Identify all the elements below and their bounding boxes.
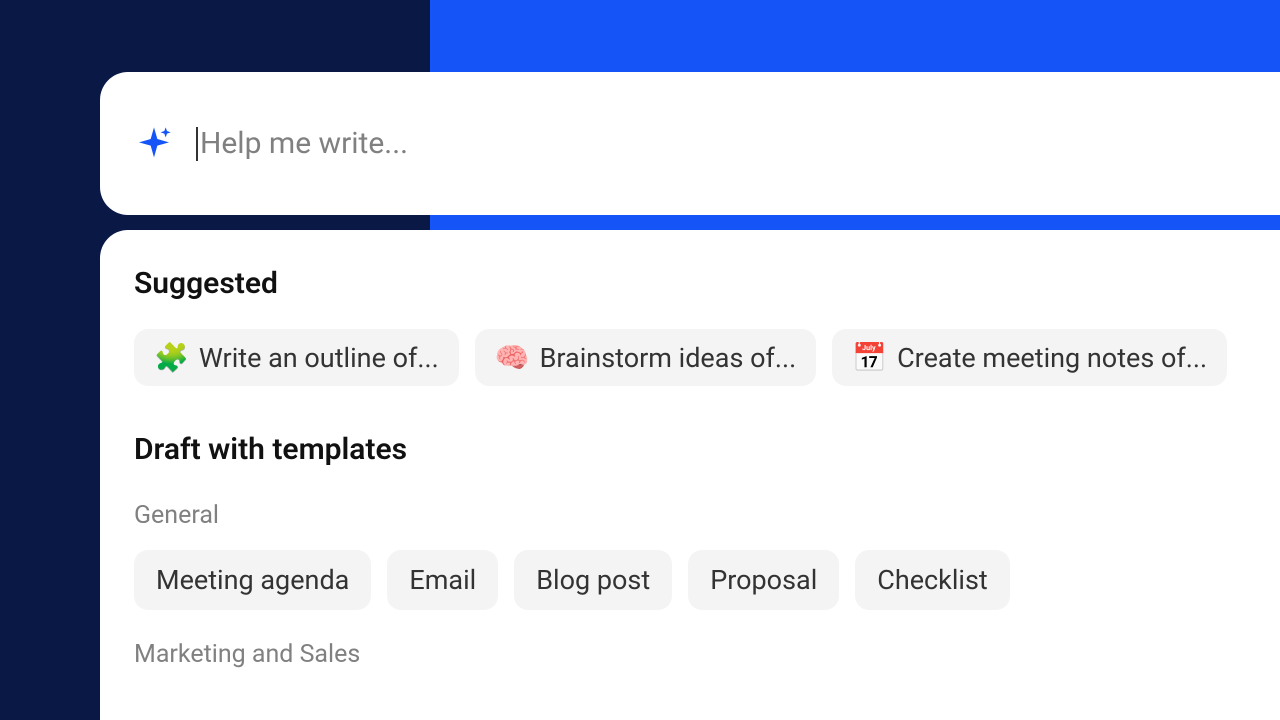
- template-chips-general: Meeting agenda Email Blog post Proposal …: [134, 550, 1246, 610]
- calendar-icon: 📅: [852, 341, 887, 374]
- suggestions-panel: Suggested 🧩 Write an outline of... 🧠 Bra…: [100, 230, 1280, 720]
- suggested-chip-brainstorm[interactable]: 🧠 Brainstorm ideas of...: [475, 329, 816, 386]
- suggested-title: Suggested: [134, 266, 1246, 301]
- template-group-marketing-label: Marketing and Sales: [134, 640, 1246, 669]
- text-cursor: [196, 127, 198, 161]
- template-chip-email[interactable]: Email: [387, 550, 498, 610]
- templates-section: Draft with templates General Meeting age…: [134, 432, 1246, 669]
- chip-label: Brainstorm ideas of...: [540, 342, 797, 374]
- template-chip-meeting-agenda[interactable]: Meeting agenda: [134, 550, 371, 610]
- chip-label: Write an outline of...: [199, 342, 439, 374]
- template-group-general-label: General: [134, 501, 1246, 530]
- prompt-input-wrapper[interactable]: Help me write...: [196, 126, 1280, 161]
- suggested-chip-meeting-notes[interactable]: 📅 Create meeting notes of...: [832, 329, 1227, 386]
- suggested-chips-row: 🧩 Write an outline of... 🧠 Brainstorm id…: [134, 329, 1246, 386]
- suggested-chip-outline[interactable]: 🧩 Write an outline of...: [134, 329, 459, 386]
- chip-label: Create meeting notes of...: [897, 342, 1207, 374]
- template-chip-checklist[interactable]: Checklist: [855, 550, 1009, 610]
- sparkle-icon: [134, 124, 174, 164]
- prompt-placeholder: Help me write...: [200, 126, 408, 161]
- template-chip-blog-post[interactable]: Blog post: [514, 550, 672, 610]
- brain-icon: 🧠: [495, 341, 530, 374]
- templates-title: Draft with templates: [134, 432, 1246, 467]
- puzzle-icon: 🧩: [154, 341, 189, 374]
- template-chip-proposal[interactable]: Proposal: [688, 550, 839, 610]
- prompt-input-card: Help me write...: [100, 72, 1280, 215]
